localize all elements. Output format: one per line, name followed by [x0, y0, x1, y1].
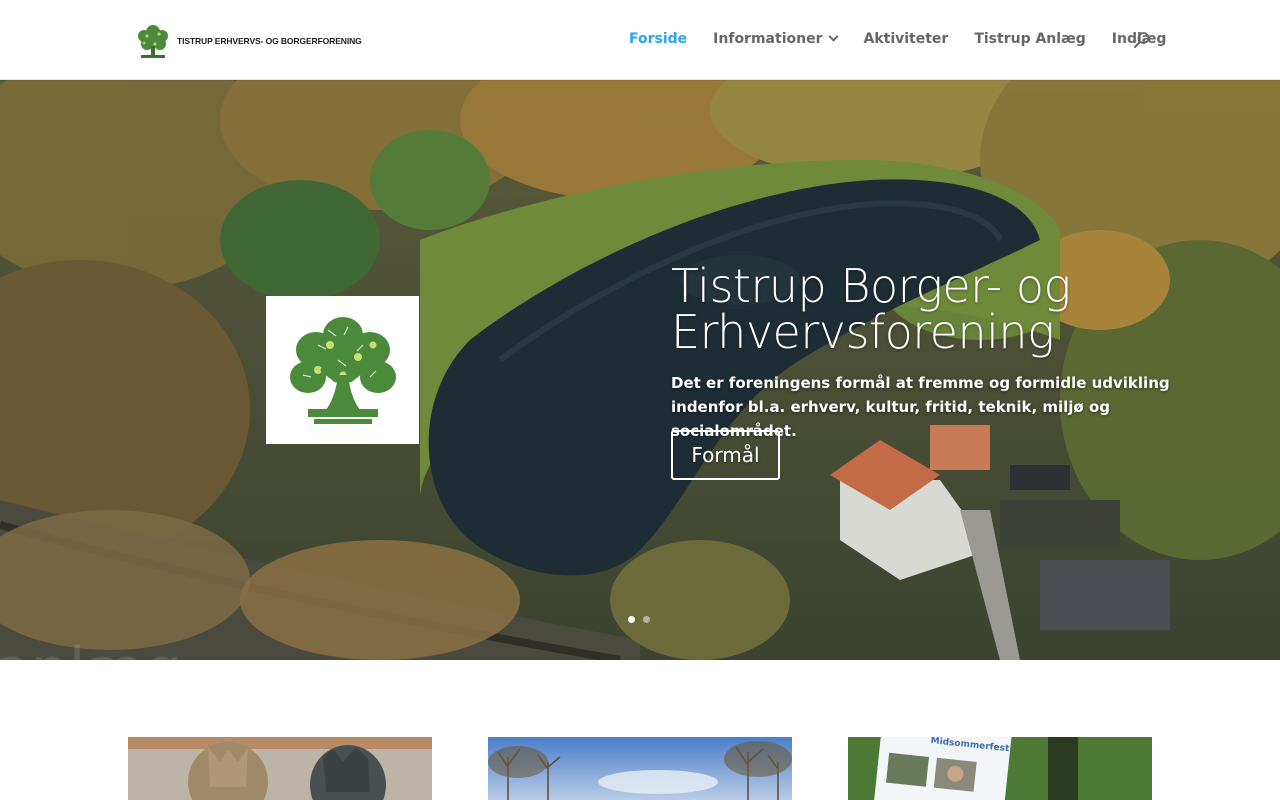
search-icon[interactable] — [1133, 31, 1151, 49]
midsommerfest-poster-image: Midsommerfest — [848, 737, 1152, 800]
site-logo[interactable]: TISTRUP ERHVERVS- OG BORGERFORENING — [133, 22, 362, 60]
slider-dots — [628, 616, 658, 623]
nav-item-tistrup-anlaeg[interactable]: Tistrup Anlæg — [974, 31, 1085, 47]
formaal-button[interactable]: Formål — [671, 430, 780, 480]
post-card-image[interactable] — [128, 737, 432, 800]
hero-title-line: Tistrup Borger- og — [671, 259, 1071, 313]
nav-item-forside[interactable]: Forside — [629, 31, 687, 47]
nav-label: Informationer — [713, 31, 823, 47]
nav-label: Aktiviteter — [863, 31, 949, 47]
slider-dot-active[interactable] — [628, 616, 635, 623]
logo-text: TISTRUP ERHVERVS- OG BORGERFORENING — [177, 36, 362, 46]
tree-logo-icon — [289, 317, 396, 424]
nav-label: Tistrup Anlæg — [974, 31, 1086, 47]
nav-item-informationer[interactable]: Informationer — [713, 31, 839, 47]
nav-item-aktiviteter[interactable]: Aktiviteter — [863, 31, 948, 47]
post-card-image[interactable] — [488, 737, 792, 800]
site-header: TISTRUP ERHVERVS- OG BORGERFORENING Fors… — [0, 0, 1280, 80]
hero-logo-box — [266, 296, 419, 444]
slider-dot[interactable] — [643, 616, 650, 623]
main-nav: Forside Informationer Aktiviteter Tistru… — [629, 31, 1192, 47]
hero-text-block: Tistrup Borger- og Erhvervsforening Det … — [671, 263, 1231, 443]
post-card-image[interactable]: Midsommerfest — [848, 737, 1152, 800]
hero-watermark: anlæg — [0, 635, 182, 660]
chevron-down-icon — [829, 31, 839, 42]
hero-title: Tistrup Borger- og Erhvervsforening — [671, 263, 1231, 355]
landscape-image — [488, 737, 792, 800]
sculpture-image — [128, 737, 432, 800]
hero-title-line: Erhvervsforening — [671, 305, 1055, 359]
hero-slider: anlæg Tistrup Borger- og — [0, 80, 1280, 660]
tree-logo-icon — [138, 25, 168, 58]
nav-label: Forside — [629, 31, 688, 47]
